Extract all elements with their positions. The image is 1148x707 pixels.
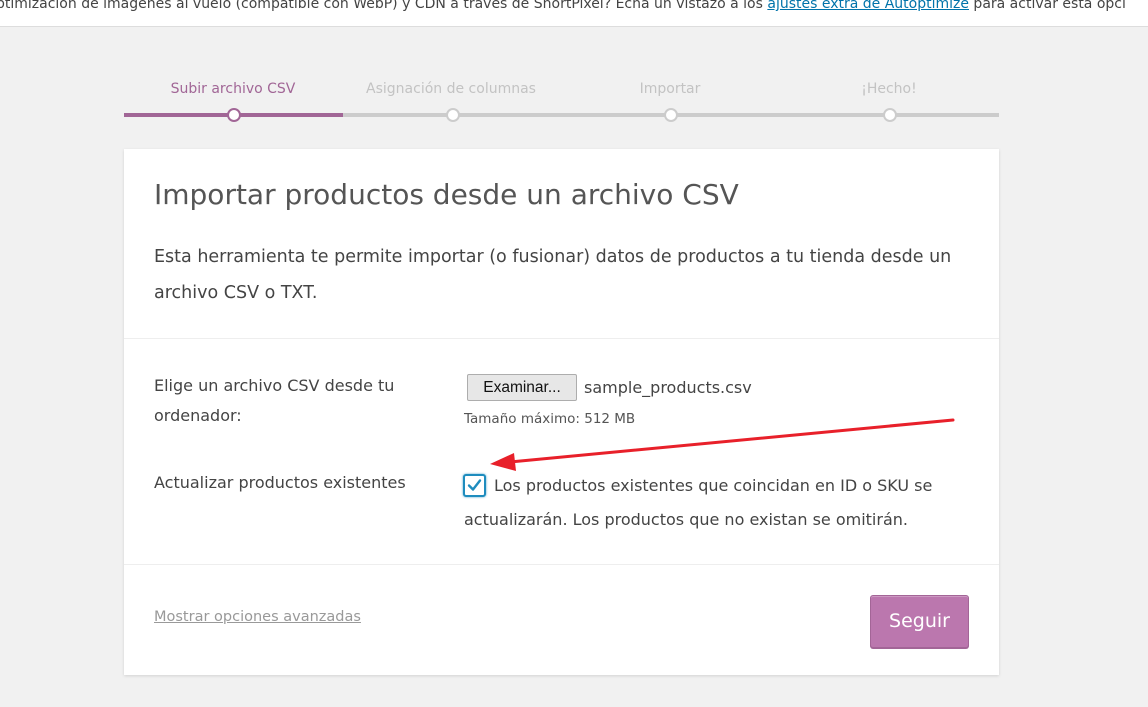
autoptimize-settings-link[interactable]: ajustes extra de Autoptimize: [767, 0, 969, 12]
notice-text-after: para activar esta opci: [968, 0, 1126, 12]
card-header: Importar productos desde un archivo CSV …: [124, 149, 999, 339]
step-column-mapping: Asignación de columnas: [366, 81, 536, 97]
step-import: Importar: [639, 81, 701, 97]
step-upload-csv: Subir archivo CSV: [170, 81, 296, 97]
step-dot-active: [227, 108, 241, 122]
update-existing-description: Los productos existentes que coincidan e…: [464, 476, 933, 529]
update-existing-label: Actualizar productos existentes: [154, 473, 406, 492]
page-description: Esta herramienta te permite importar (o …: [154, 247, 952, 303]
step-dot: [664, 108, 678, 122]
update-existing-checkbox[interactable]: [463, 474, 486, 497]
checkmark-icon: [467, 479, 482, 491]
step-dot: [883, 108, 897, 122]
notice-text-before: ptimización de imágenes al vuelo (compat…: [0, 0, 768, 12]
notice-text: ptimización de imágenes al vuelo (compat…: [0, 0, 1126, 13]
import-steps: Subir archivo CSV Asignación de columnas…: [124, 78, 999, 128]
file-label: Elige un archivo CSV desde tu ordenador:: [154, 376, 395, 425]
card-divider: [124, 564, 999, 565]
step-dot: [446, 108, 460, 122]
continue-button[interactable]: Seguir: [870, 595, 969, 648]
selected-file-name: sample_products.csv: [584, 378, 752, 397]
max-size-note: Tamaño máximo: 512 MB: [464, 411, 636, 427]
admin-notice: ptimización de imágenes al vuelo (compat…: [0, 0, 1148, 27]
import-card: Importar productos desde un archivo CSV …: [124, 149, 999, 675]
browse-file-button[interactable]: Examinar...: [467, 374, 577, 401]
page-title: Importar productos desde un archivo CSV: [154, 178, 739, 211]
show-advanced-options-link[interactable]: Mostrar opciones avanzadas: [154, 609, 361, 625]
step-done: ¡Hecho!: [861, 81, 917, 97]
